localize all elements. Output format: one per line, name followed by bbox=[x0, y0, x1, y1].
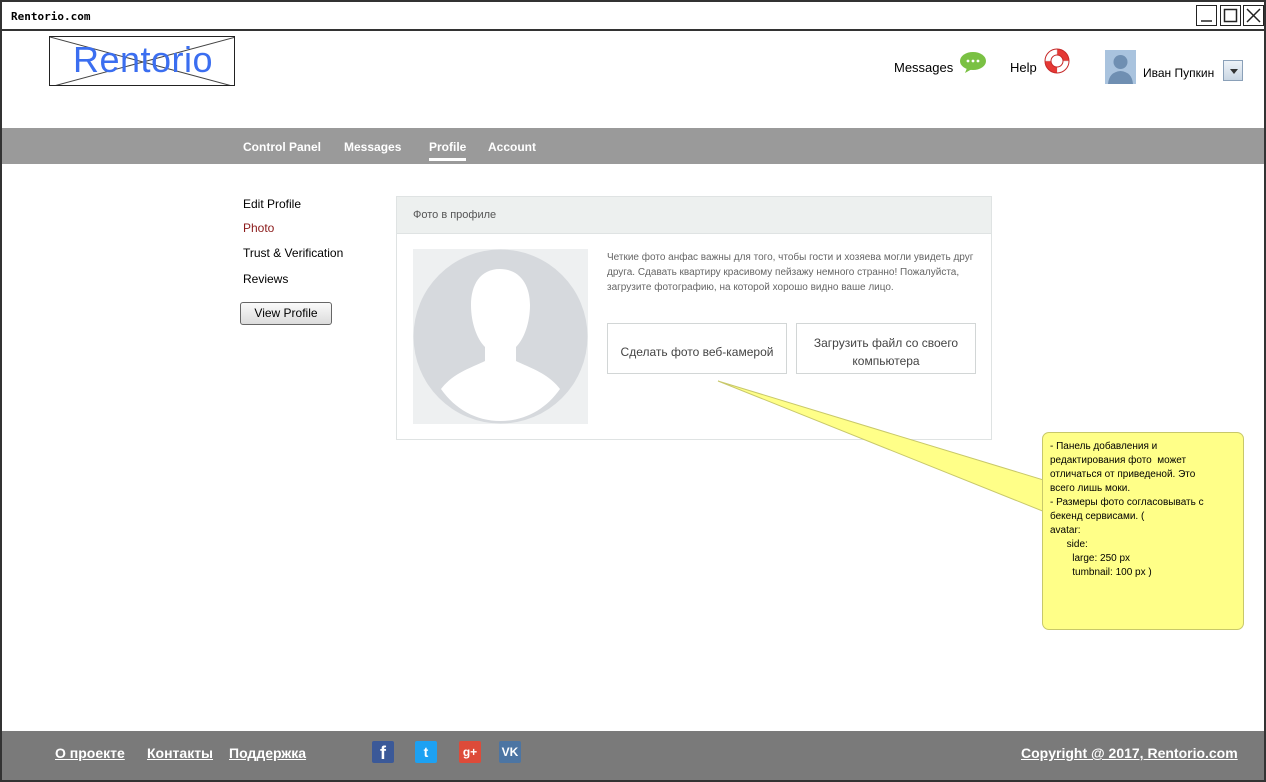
minimize-icon bbox=[1201, 20, 1212, 22]
user-silhouette-icon bbox=[1105, 50, 1136, 84]
minimize-button[interactable] bbox=[1196, 5, 1217, 26]
lifebuoy-icon[interactable] bbox=[1043, 47, 1071, 75]
view-profile-button[interactable]: View Profile bbox=[240, 302, 332, 325]
main-nav: Control Panel Messages Profile Account bbox=[2, 128, 1264, 164]
logo[interactable]: Rentorio bbox=[49, 36, 235, 86]
upload-file-button[interactable]: Загрузить файл со своего компьютера bbox=[796, 323, 976, 374]
footer: О проекте Контакты Поддержка f t g+ VK C… bbox=[2, 731, 1264, 780]
sidebar-item-trust-verification[interactable]: Trust & Verification bbox=[243, 246, 343, 260]
logo-text: Rentorio bbox=[72, 39, 214, 80]
nav-control-panel[interactable]: Control Panel bbox=[243, 140, 321, 154]
maximize-icon bbox=[1223, 8, 1238, 23]
panel-title: Фото в профиле bbox=[413, 209, 497, 221]
webcam-photo-button[interactable]: Сделать фото веб-камерой bbox=[607, 323, 787, 374]
nav-account[interactable]: Account bbox=[488, 140, 536, 154]
vk-icon[interactable]: VK bbox=[499, 741, 521, 763]
default-avatar-icon bbox=[413, 249, 588, 424]
close-icon bbox=[1246, 8, 1261, 23]
nav-active-indicator bbox=[429, 158, 466, 161]
chevron-down-icon bbox=[1230, 69, 1238, 74]
profile-photo-placeholder bbox=[413, 249, 588, 424]
close-button[interactable] bbox=[1243, 5, 1264, 26]
sidebar-item-photo[interactable]: Photo bbox=[243, 221, 274, 235]
twitter-icon[interactable]: t bbox=[415, 741, 437, 763]
sidebar-item-reviews[interactable]: Reviews bbox=[243, 272, 288, 286]
nav-profile[interactable]: Profile bbox=[429, 140, 466, 154]
panel-header: Фото в профиле bbox=[397, 197, 991, 234]
footer-link-about[interactable]: О проекте bbox=[55, 745, 125, 761]
title-bar: Rentorio.com bbox=[2, 2, 1264, 31]
user-name[interactable]: Иван Пупкин bbox=[1143, 66, 1214, 80]
maximize-button[interactable] bbox=[1220, 5, 1241, 26]
help-link[interactable]: Help bbox=[1010, 60, 1037, 75]
facebook-icon[interactable]: f bbox=[372, 741, 394, 763]
sticky-note: - Панель добавления и редактирования фот… bbox=[1042, 432, 1244, 630]
nav-messages[interactable]: Messages bbox=[344, 140, 401, 154]
profile-photo-panel: Фото в профиле Четкие фото анфас важны д… bbox=[396, 196, 992, 440]
footer-link-support[interactable]: Поддержка bbox=[229, 745, 306, 761]
footer-link-contacts[interactable]: Контакты bbox=[147, 745, 213, 761]
user-menu-dropdown[interactable] bbox=[1223, 60, 1243, 81]
avatar[interactable] bbox=[1105, 50, 1136, 84]
sidebar-item-edit-profile[interactable]: Edit Profile bbox=[243, 197, 301, 211]
photo-description: Четкие фото анфас важны для того, чтобы … bbox=[607, 252, 974, 293]
chat-bubble-icon[interactable] bbox=[959, 51, 987, 73]
googleplus-icon[interactable]: g+ bbox=[459, 741, 481, 763]
window-title: Rentorio.com bbox=[11, 10, 91, 23]
messages-link[interactable]: Messages bbox=[894, 60, 953, 75]
copyright[interactable]: Copyright @ 2017, Rentorio.com bbox=[1021, 745, 1238, 761]
